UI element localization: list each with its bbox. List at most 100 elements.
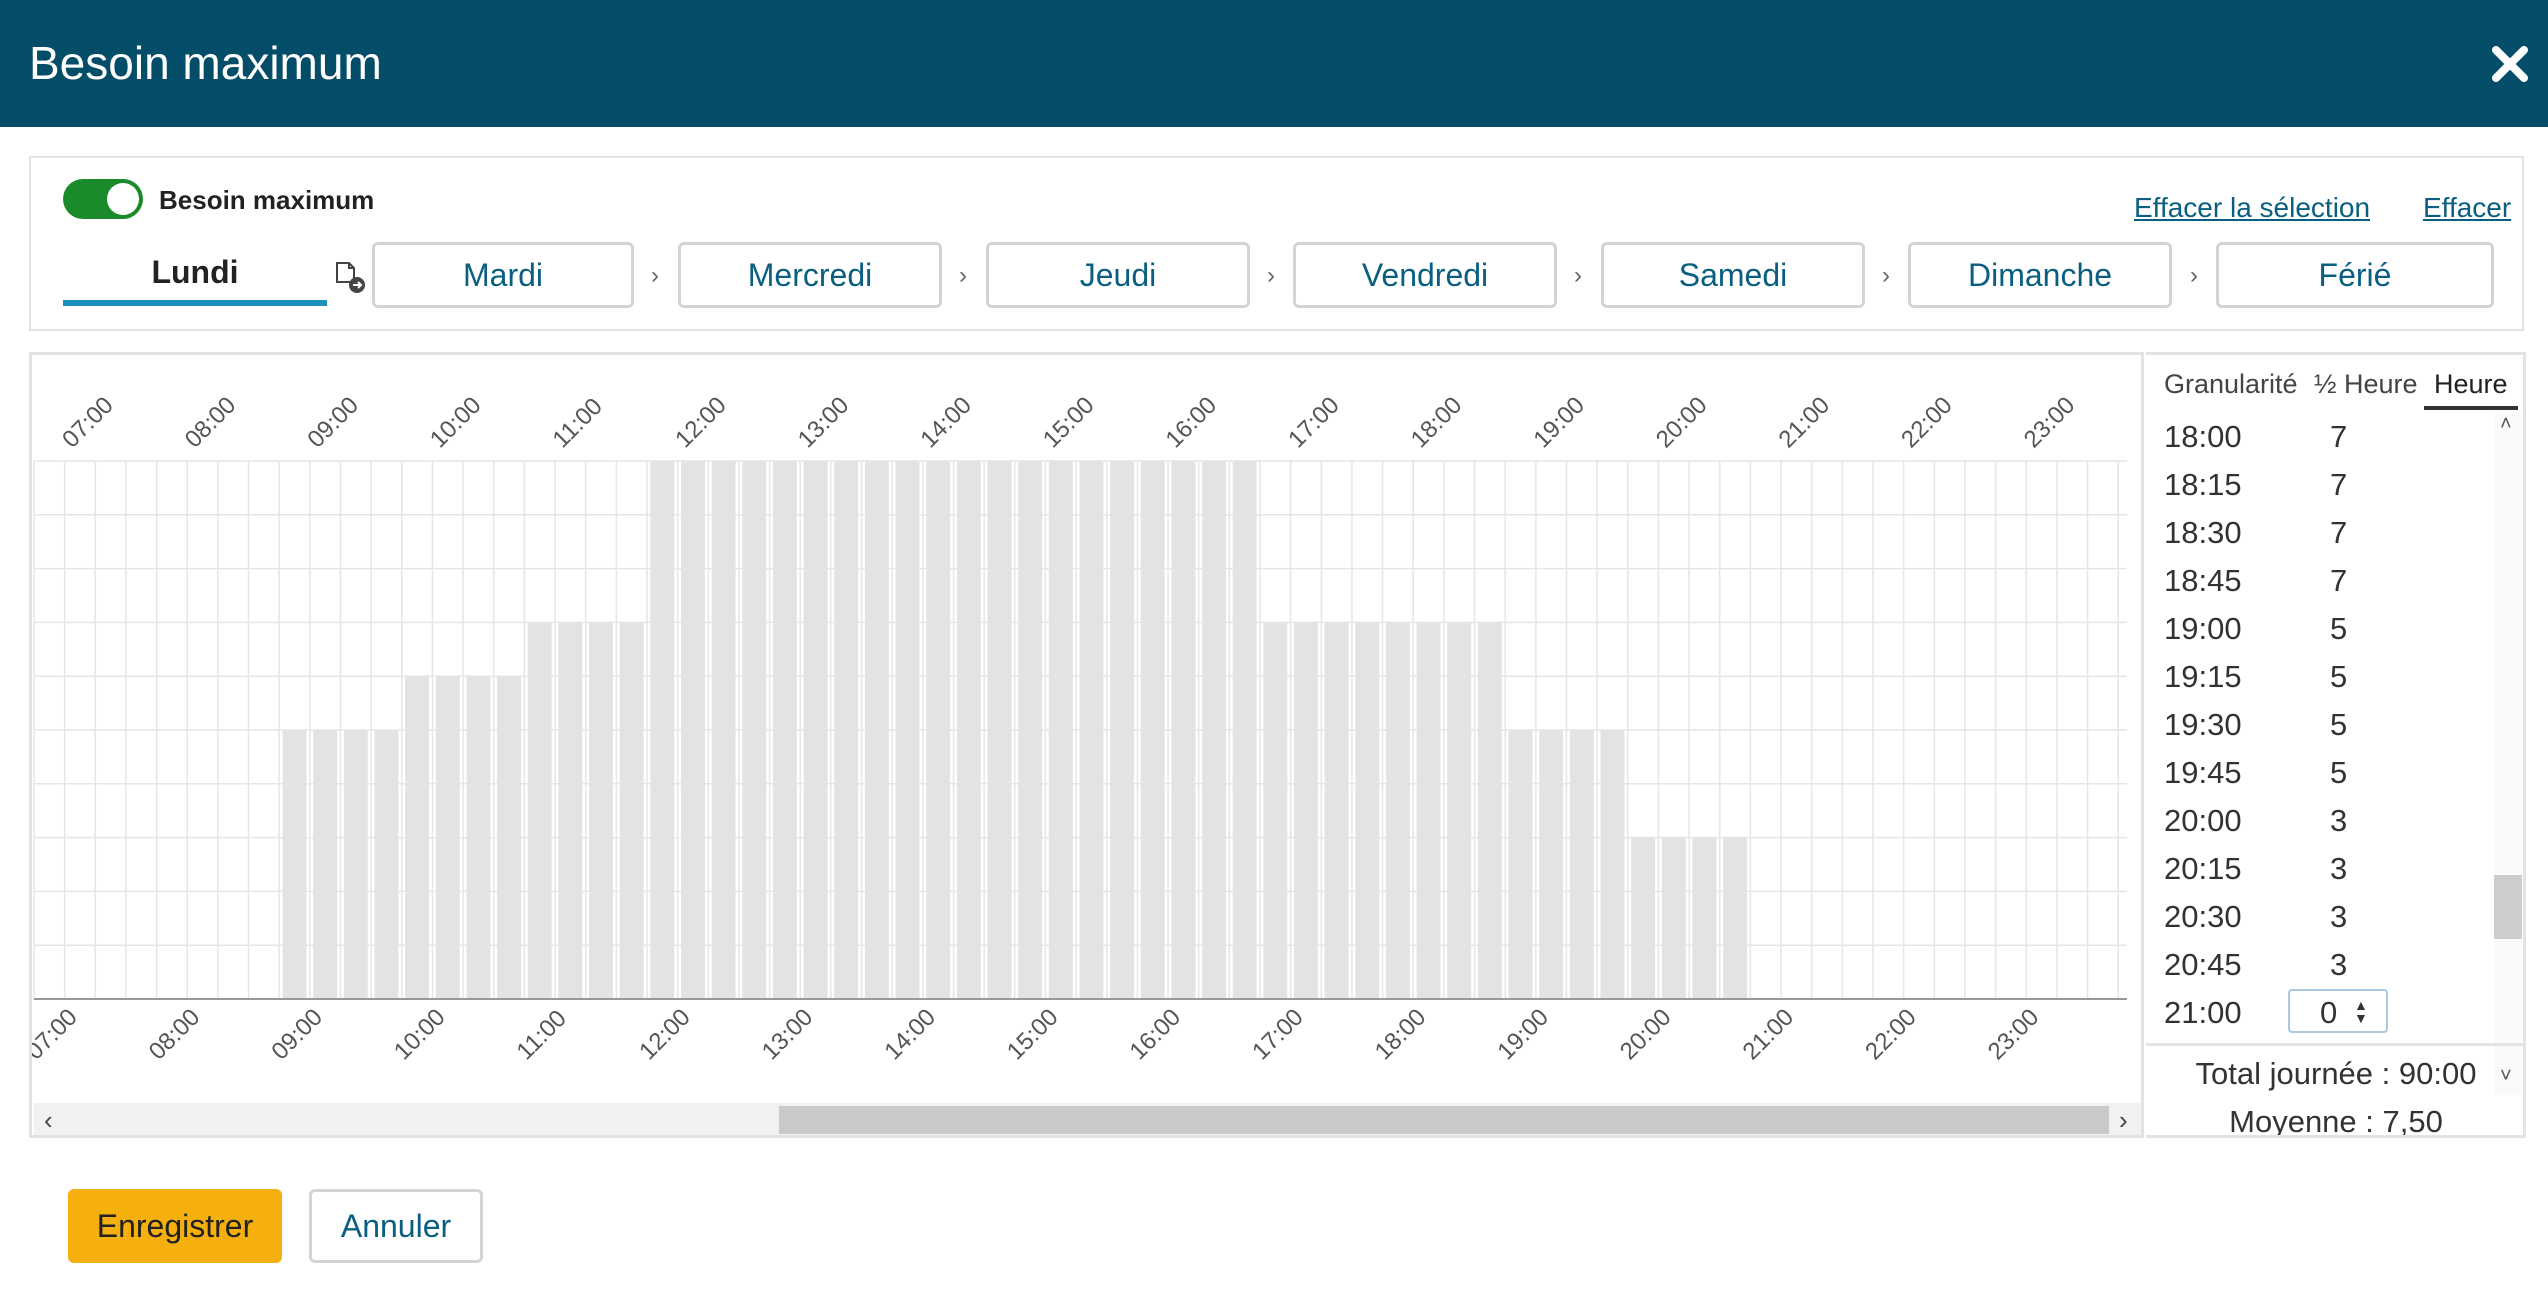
chart-bar[interactable] bbox=[681, 461, 705, 999]
copy-day-icon[interactable] bbox=[333, 260, 367, 294]
chart-bar[interactable] bbox=[1477, 622, 1502, 999]
list-item[interactable]: 18:00 7 bbox=[2146, 411, 2496, 459]
chart-bar[interactable] bbox=[313, 730, 338, 999]
list-item[interactable]: 19:45 5 bbox=[2146, 747, 2496, 795]
clear-selection-link[interactable]: Effacer la sélection bbox=[2134, 192, 2370, 224]
chart-bar[interactable] bbox=[1232, 461, 1257, 999]
chart-bar[interactable] bbox=[926, 461, 951, 999]
row-value[interactable]: 3 bbox=[2330, 803, 2347, 839]
list-item[interactable]: 18:45 7 bbox=[2146, 555, 2496, 603]
chart-bar[interactable] bbox=[1171, 461, 1196, 999]
chart-bar[interactable] bbox=[1508, 730, 1533, 999]
chart-bar[interactable] bbox=[895, 461, 920, 999]
besoin-bar-chart[interactable]: 07:00 07:00 08:00 08:00 09:00 09:00 10:00 10:00… bbox=[32, 355, 2142, 1103]
day-button-ferie[interactable]: Férié bbox=[2216, 242, 2494, 308]
day-button-samedi[interactable]: Samedi bbox=[1601, 242, 1865, 308]
row-value[interactable]: 3 bbox=[2330, 851, 2347, 887]
besoin-maximum-toggle[interactable] bbox=[63, 179, 143, 219]
chart-bar[interactable] bbox=[343, 730, 368, 999]
chart-bar[interactable] bbox=[1692, 837, 1717, 999]
chart-bar[interactable] bbox=[527, 622, 552, 999]
chart-bar[interactable] bbox=[374, 730, 399, 999]
chart-bar[interactable] bbox=[558, 622, 583, 999]
day-button-mardi[interactable]: Mardi bbox=[372, 242, 634, 308]
list-item[interactable]: 19:00 5 bbox=[2146, 603, 2496, 651]
row-value[interactable]: 5 bbox=[2330, 707, 2347, 743]
chart-bar[interactable] bbox=[650, 461, 675, 999]
stepper-value[interactable]: 0 bbox=[2320, 995, 2337, 1031]
list-item[interactable]: 18:30 7 bbox=[2146, 507, 2496, 555]
day-button-vendredi[interactable]: Vendredi bbox=[1293, 242, 1557, 308]
cancel-button[interactable]: Annuler bbox=[309, 1189, 483, 1263]
clear-link[interactable]: Effacer bbox=[2423, 192, 2511, 224]
row-value[interactable]: 5 bbox=[2330, 611, 2347, 647]
row-value[interactable]: 5 bbox=[2330, 755, 2347, 791]
chart-bar[interactable] bbox=[987, 461, 1012, 999]
list-item[interactable]: 18:15 7 bbox=[2146, 459, 2496, 507]
chart-bar[interactable] bbox=[1079, 461, 1104, 999]
scroll-up-icon[interactable]: ˄ bbox=[2500, 413, 2512, 436]
day-button-dimanche[interactable]: Dimanche bbox=[1908, 242, 2172, 308]
chart-bar[interactable] bbox=[711, 461, 736, 999]
tab-lundi[interactable]: Lundi bbox=[63, 244, 327, 306]
scroll-right-icon[interactable]: › bbox=[2119, 1103, 2128, 1135]
save-button[interactable]: Enregistrer bbox=[68, 1189, 282, 1263]
chart-bar[interactable] bbox=[1539, 730, 1564, 999]
chart-bar[interactable] bbox=[864, 461, 889, 999]
chart-bar[interactable] bbox=[1385, 622, 1410, 999]
chart-bar[interactable] bbox=[1324, 622, 1349, 999]
chart-bar[interactable] bbox=[619, 622, 644, 999]
row-value[interactable]: 7 bbox=[2330, 419, 2347, 455]
day-button-mercredi[interactable]: Mercredi bbox=[678, 242, 942, 308]
list-item[interactable]: 19:30 5 bbox=[2146, 699, 2496, 747]
chart-bar[interactable] bbox=[1416, 622, 1441, 999]
chart-bar[interactable] bbox=[1631, 837, 1656, 999]
row-value[interactable]: 7 bbox=[2330, 515, 2347, 551]
chart-bar[interactable] bbox=[1294, 622, 1318, 999]
stepper-arrows-icon[interactable]: ▲ ▼ bbox=[2354, 998, 2368, 1025]
chart-bar[interactable] bbox=[1723, 837, 1748, 999]
horizontal-scrollbar[interactable]: ‹ › bbox=[34, 1103, 2141, 1135]
scrollbar-thumb[interactable] bbox=[2494, 875, 2522, 939]
value-stepper[interactable]: 0 ▲ ▼ bbox=[2288, 989, 2388, 1033]
chart-bar[interactable] bbox=[772, 461, 797, 999]
chart-bar[interactable] bbox=[1140, 461, 1165, 999]
chart-bar[interactable] bbox=[1202, 461, 1226, 999]
row-value[interactable]: 7 bbox=[2330, 467, 2347, 503]
list-item-editing[interactable]: 21:00 0 ▲ ▼ bbox=[2146, 987, 2496, 1035]
chart-bar[interactable] bbox=[589, 622, 613, 999]
chart-bar[interactable] bbox=[466, 676, 491, 999]
close-icon[interactable] bbox=[2484, 38, 2536, 90]
chart-bar[interactable] bbox=[1263, 622, 1288, 999]
list-item[interactable]: 20:00 3 bbox=[2146, 795, 2496, 843]
chart-bar[interactable] bbox=[834, 461, 859, 999]
chart-bar[interactable] bbox=[1600, 730, 1625, 999]
chart-bar[interactable] bbox=[435, 676, 460, 999]
chart-bar[interactable] bbox=[1569, 730, 1594, 999]
chart-bar[interactable] bbox=[1447, 622, 1472, 999]
list-item[interactable]: 20:15 3 bbox=[2146, 843, 2496, 891]
list-item[interactable]: 20:45 3 bbox=[2146, 939, 2496, 987]
list-item[interactable]: 19:15 5 bbox=[2146, 651, 2496, 699]
chart-bar[interactable] bbox=[1018, 461, 1043, 999]
row-value[interactable]: 3 bbox=[2330, 899, 2347, 935]
row-value[interactable]: 7 bbox=[2330, 563, 2347, 599]
chart-bar[interactable] bbox=[1048, 461, 1073, 999]
chart-bar[interactable] bbox=[956, 461, 981, 999]
chart-bar[interactable] bbox=[497, 676, 522, 999]
vertical-scrollbar[interactable]: ˄ ˅ bbox=[2494, 413, 2522, 1095]
chart-bar[interactable] bbox=[282, 730, 307, 999]
list-item[interactable]: 20:30 3 bbox=[2146, 891, 2496, 939]
granularity-hour[interactable]: Heure bbox=[2424, 369, 2518, 410]
scroll-left-icon[interactable]: ‹ bbox=[44, 1103, 53, 1135]
chart-bar[interactable] bbox=[803, 461, 828, 999]
day-button-jeudi[interactable]: Jeudi bbox=[986, 242, 1250, 308]
chart-bar[interactable] bbox=[1355, 622, 1380, 999]
chart-bar[interactable] bbox=[1110, 461, 1135, 999]
scrollbar-thumb[interactable] bbox=[779, 1106, 2109, 1134]
chart-bar[interactable] bbox=[742, 461, 767, 999]
chart-bar[interactable] bbox=[1661, 837, 1686, 999]
row-value[interactable]: 5 bbox=[2330, 659, 2347, 695]
row-value[interactable]: 3 bbox=[2330, 947, 2347, 983]
chart-bar[interactable] bbox=[405, 676, 430, 999]
